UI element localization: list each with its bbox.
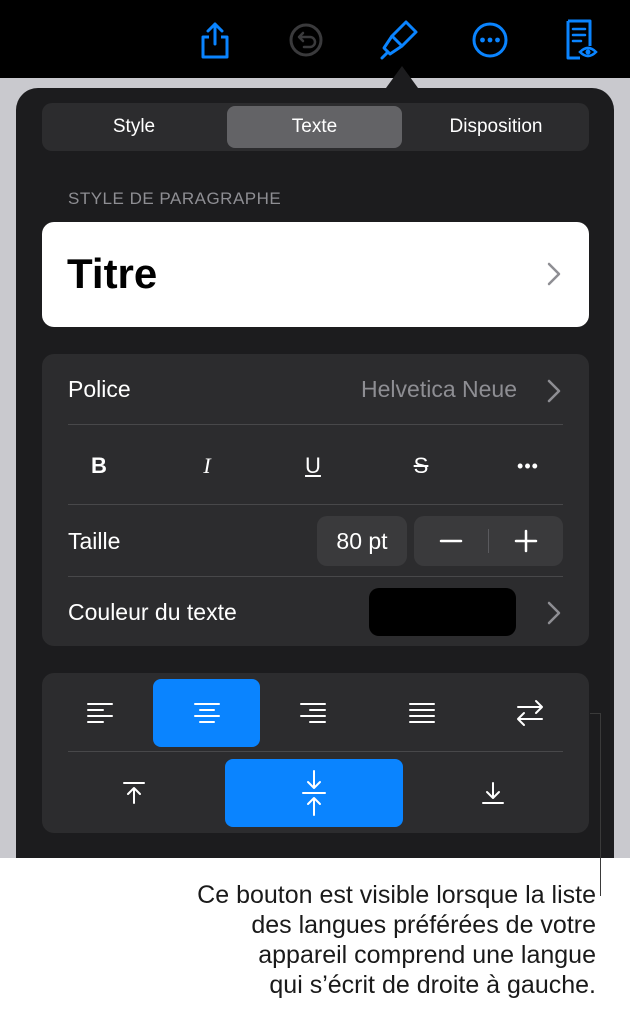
strikethrough-button[interactable]: S [391,442,451,490]
increase-size-button[interactable] [489,516,563,566]
chevron-right-icon[interactable] [547,379,561,408]
justify-icon[interactable] [384,679,460,747]
align-top-icon[interactable] [94,759,174,827]
decrease-size-button[interactable] [414,516,488,566]
align-middle-icon[interactable] [225,759,403,827]
callout-line [600,713,601,896]
align-left-icon[interactable] [62,679,138,747]
font-settings-group: Police Helvetica Neue B I U S ••• Taille… [42,354,589,646]
align-right-icon[interactable] [275,679,351,747]
font-size-stepper [414,516,563,566]
size-label: Taille [68,528,121,554]
reader-view-icon[interactable] [556,16,604,64]
toolbar [0,0,630,78]
paragraph-style-button[interactable]: Titre [42,222,589,327]
undo-icon[interactable] [282,16,330,64]
tab-text[interactable]: Texte [227,106,402,148]
paragraph-style-value: Titre [67,250,158,297]
tab-style[interactable]: Style [45,106,223,148]
chevron-right-icon [547,262,561,291]
divider [68,751,563,752]
callout-line-2: des langues préférées de votre [251,911,596,939]
paragraph-style-label: STYLE DE PARAGRAPHE [68,189,282,208]
format-tabs: Style Texte Disposition [42,103,589,151]
callout-line-3: appareil comprend une langue [258,941,596,969]
share-icon[interactable] [191,16,239,64]
more-text-options-button[interactable]: ••• [498,442,558,490]
tab-layout[interactable]: Disposition [406,106,586,148]
text-color-swatch[interactable] [369,588,516,636]
font-value[interactable]: Helvetica Neue [361,376,517,403]
divider [68,504,563,505]
align-center-icon[interactable] [153,679,260,747]
chevron-right-icon[interactable] [547,601,561,630]
text-color-label: Couleur du texte [68,599,237,625]
alignment-group [42,673,589,833]
popover-arrow [386,66,418,88]
divider [68,424,563,425]
font-size-field[interactable]: 80 pt [317,516,407,566]
text-direction-icon[interactable] [492,679,568,747]
callout-line-4: qui s’écrit de droite à gauche. [269,971,596,999]
divider [68,576,563,577]
italic-button[interactable]: I [177,442,237,490]
format-brush-icon[interactable] [374,16,422,64]
align-bottom-icon[interactable] [453,759,533,827]
callout-text: Ce bouton est visible lorsque la liste d… [76,880,596,1000]
bold-button[interactable]: B [69,442,129,490]
underline-button[interactable]: U [283,442,343,490]
more-icon[interactable] [466,16,514,64]
font-label: Police [68,376,131,402]
callout-line-1: Ce bouton est visible lorsque la liste [197,881,596,909]
